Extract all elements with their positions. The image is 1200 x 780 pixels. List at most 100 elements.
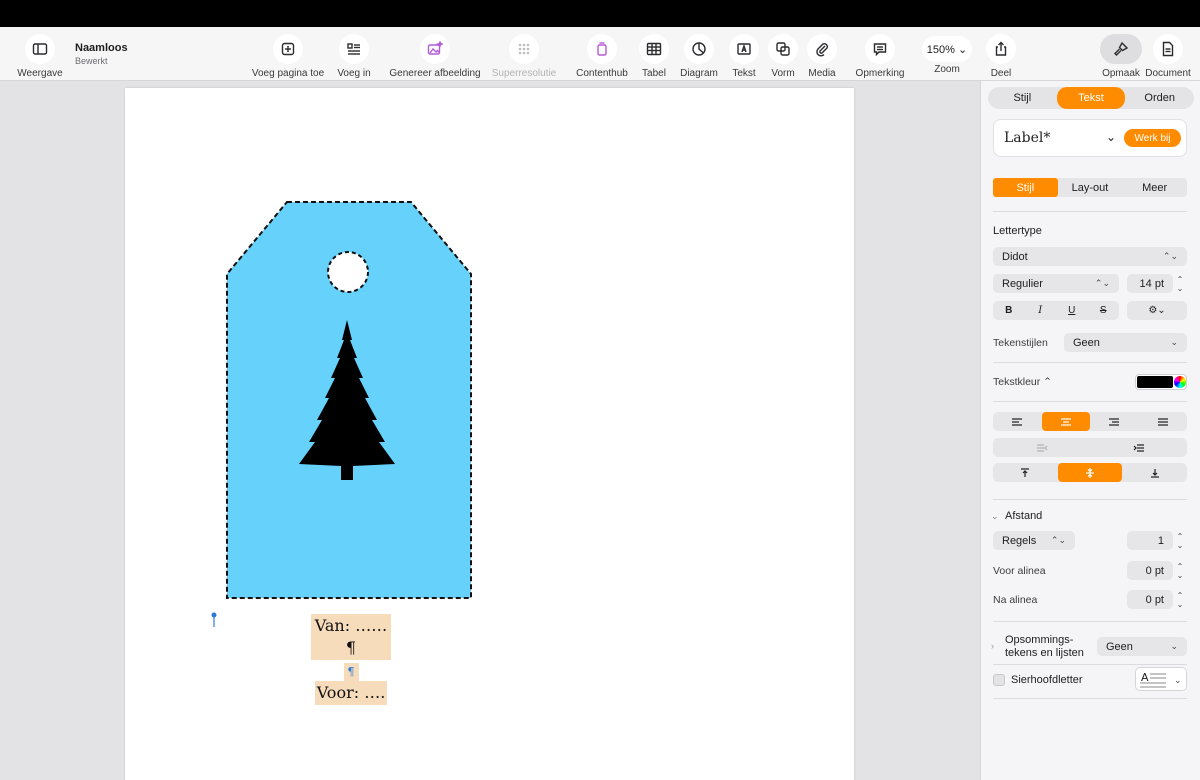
paintbrush-icon xyxy=(1100,34,1142,64)
align-right-icon[interactable] xyxy=(1090,412,1139,431)
table-icon xyxy=(639,34,669,64)
divider xyxy=(993,499,1187,500)
font-weight-select[interactable]: Regulier ⌃⌄ xyxy=(993,274,1119,293)
before-paragraph-field[interactable]: 0 pt xyxy=(1127,561,1173,580)
shape-button[interactable]: Vorm xyxy=(768,27,798,81)
align-left-icon[interactable] xyxy=(993,412,1042,431)
page[interactable]: Van: ……¶ ¶ Voor: …. xyxy=(125,88,854,780)
comment-button[interactable]: Opmerking xyxy=(854,27,906,81)
char-styles-select[interactable]: Geen ⌄ xyxy=(1064,333,1187,352)
bold-button[interactable]: B xyxy=(993,301,1025,320)
alignment-buttons xyxy=(993,412,1187,431)
updown-icon: ⌃⌄ xyxy=(1162,251,1178,261)
subtab-more[interactable]: Meer xyxy=(1122,178,1187,197)
subtab-layout[interactable]: Lay-out xyxy=(1058,178,1123,197)
system-menu-bar xyxy=(0,0,1200,27)
insert-button[interactable]: Voeg in xyxy=(335,27,373,81)
to-line[interactable]: Voor: …. xyxy=(314,681,388,705)
disclosure-chevron-icon[interactable]: ⌄ xyxy=(991,511,999,522)
spacing-stepper[interactable]: ⌃ ⌄ xyxy=(1174,530,1186,552)
text-options-button[interactable]: ⚙⌄ xyxy=(1127,301,1187,320)
content-hub-button[interactable]: Contenthub xyxy=(576,27,628,81)
divider xyxy=(993,664,1187,665)
format-button[interactable]: Opmaak xyxy=(1100,27,1142,81)
share-icon xyxy=(986,34,1016,64)
from-line[interactable]: Van: ……¶ xyxy=(311,614,391,660)
italic-button[interactable]: I xyxy=(1025,301,1057,320)
paragraph-style-selector[interactable]: Label* ⌄ Werk bij xyxy=(993,119,1187,157)
underline-button[interactable]: U xyxy=(1056,301,1088,320)
add-page-icon xyxy=(273,34,303,64)
dropcap-style-picker[interactable]: A ⌄ xyxy=(1135,667,1187,691)
align-bottom-icon[interactable] xyxy=(1122,463,1187,482)
strikethrough-button[interactable]: S xyxy=(1088,301,1120,320)
share-button[interactable]: Deel xyxy=(986,27,1016,81)
tag-text-box[interactable]: Van: ……¶ ¶ Voor: …. xyxy=(311,614,391,705)
decrease-indent-icon[interactable] xyxy=(993,438,1090,457)
comment-icon xyxy=(865,34,895,64)
subtab-style[interactable]: Stijl xyxy=(993,178,1058,197)
svg-text:A: A xyxy=(1141,671,1149,684)
divider xyxy=(993,621,1187,622)
spacing-mode-select[interactable]: Regels ⌃⌄ xyxy=(993,531,1075,550)
bullets-label[interactable]: Opsommings- tekens en lijsten xyxy=(1005,634,1084,660)
text-subtabs: Stijl Lay-out Meer xyxy=(993,178,1187,197)
align-justify-icon[interactable] xyxy=(1139,412,1188,431)
font-size-stepper[interactable]: ⌃ ⌄ xyxy=(1174,273,1186,295)
before-paragraph-stepper[interactable]: ⌃ ⌄ xyxy=(1174,560,1186,582)
document-canvas[interactable]: Van: ……¶ ¶ Voor: …. xyxy=(0,81,980,780)
after-paragraph-field[interactable]: 0 pt xyxy=(1127,590,1173,609)
gear-icon: ⚙⌄ xyxy=(1148,305,1166,316)
chart-button[interactable]: Diagram xyxy=(680,27,718,81)
paperclip-icon xyxy=(807,34,837,64)
text-color-well[interactable] xyxy=(1135,374,1187,390)
text-color-label[interactable]: Tekstkleur ⌃ xyxy=(993,376,1052,388)
toolbar: Weergave Naamloos Bewerkt Voeg pagina to… xyxy=(0,27,1200,81)
tab-style[interactable]: Stijl xyxy=(988,87,1057,109)
text-emphasis-buttons: B I U S xyxy=(993,301,1119,320)
text-box-icon xyxy=(729,34,759,64)
font-size-field[interactable]: 14 pt xyxy=(1127,274,1173,293)
after-paragraph-label: Na alinea xyxy=(993,594,1038,606)
font-family-select[interactable]: Didot ⌃⌄ xyxy=(993,247,1187,266)
update-style-button[interactable]: Werk bij xyxy=(1124,129,1181,147)
vertical-align-buttons xyxy=(993,463,1187,482)
after-paragraph-stepper[interactable]: ⌃ ⌄ xyxy=(1174,589,1186,611)
zoom-value[interactable]: 150% ⌄ xyxy=(922,36,972,62)
disclosure-chevron-right-icon[interactable]: › xyxy=(991,641,994,651)
spacing-header[interactable]: Afstand xyxy=(1005,510,1042,522)
document-title[interactable]: Naamloos xyxy=(75,42,128,54)
gift-tag-shape[interactable]: Van: ……¶ ¶ Voor: …. xyxy=(225,200,473,705)
media-button[interactable]: Media xyxy=(807,27,837,81)
tab-text[interactable]: Tekst xyxy=(1056,87,1126,109)
chevron-down-icon: ⌄ xyxy=(1170,337,1178,347)
text-button[interactable]: Tekst xyxy=(729,27,759,81)
bullets-select[interactable]: Geen ⌄ xyxy=(1097,637,1187,656)
superresolution-button[interactable]: Superresolutie xyxy=(492,27,556,81)
christmas-tree-icon xyxy=(299,320,395,480)
add-page-button[interactable]: Voeg pagina toe xyxy=(252,27,324,81)
tab-arrange[interactable]: Orden xyxy=(1125,87,1194,109)
increase-indent-icon[interactable] xyxy=(1090,438,1187,457)
align-top-icon[interactable] xyxy=(993,463,1058,482)
divider xyxy=(993,698,1187,699)
zoom-control[interactable]: 150% ⌄ Zoom xyxy=(922,27,972,81)
dropcap-checkbox[interactable] xyxy=(993,674,1005,686)
grid-dots-icon xyxy=(509,34,539,64)
generate-image-button[interactable]: Genereer afbeelding xyxy=(389,27,481,81)
before-paragraph-label: Voor alinea xyxy=(993,565,1046,577)
align-middle-icon[interactable] xyxy=(1057,463,1123,482)
spacing-value-field[interactable]: 1 xyxy=(1127,531,1173,550)
align-center-icon[interactable] xyxy=(1041,412,1090,431)
pie-chart-icon xyxy=(684,34,714,64)
updown-icon: ⌃⌄ xyxy=(1094,278,1110,288)
color-swatch xyxy=(1137,376,1173,388)
document-icon xyxy=(1153,34,1183,64)
view-button[interactable]: Weergave xyxy=(17,27,63,81)
content-hub-icon xyxy=(587,34,617,64)
document-status: Bewerkt xyxy=(75,56,108,66)
color-wheel-icon[interactable] xyxy=(1174,376,1186,388)
inspector-tabs: Stijl Tekst Orden xyxy=(988,87,1194,109)
document-button[interactable]: Document xyxy=(1145,27,1191,81)
table-button[interactable]: Tabel xyxy=(639,27,669,81)
